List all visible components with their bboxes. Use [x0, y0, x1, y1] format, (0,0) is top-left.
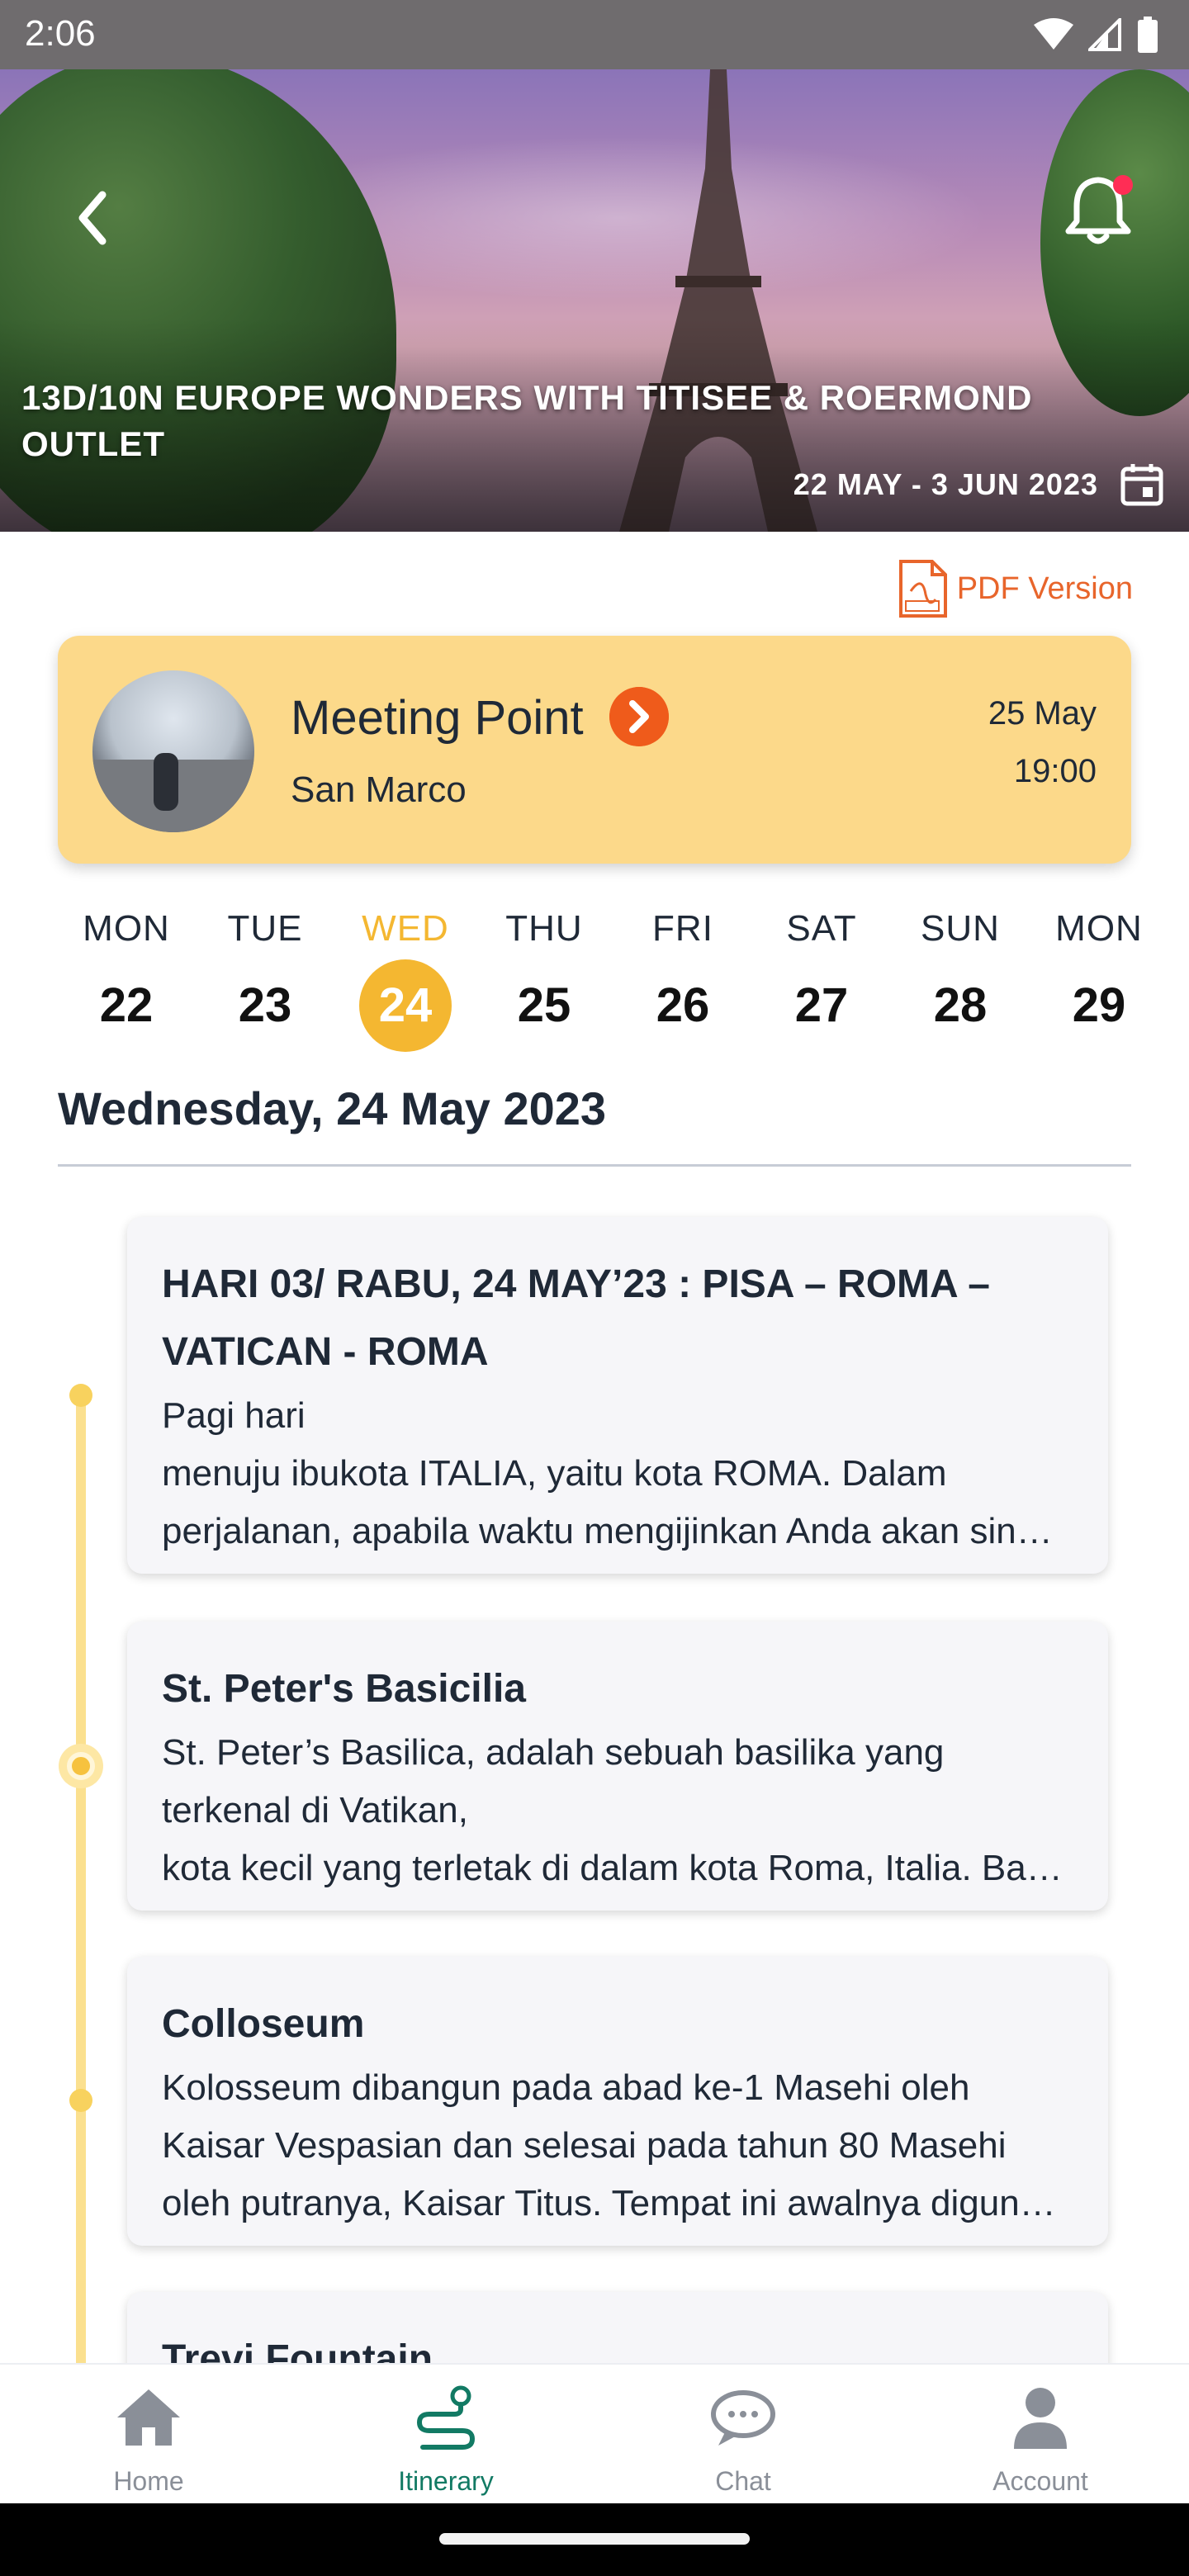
pdf-file-icon	[898, 560, 947, 618]
itinerary-card-text: oleh putranya, Kaisar Titus. Tempat ini …	[162, 2183, 1056, 2223]
meeting-point-location: San Marco	[291, 769, 467, 810]
chevron-right-icon[interactable]	[609, 687, 669, 746]
nav-home[interactable]: Home	[50, 2384, 248, 2497]
status-icons	[1034, 17, 1159, 53]
tour-date-range: 22 MAY - 3 JUN 2023	[793, 467, 1098, 501]
day-item[interactable]: THU 25	[482, 908, 606, 1052]
day-number: 26	[656, 978, 710, 1032]
itinerary-card-text: Kaisar Vespasian dan selesai pada tahun …	[162, 2125, 1007, 2166]
itinerary-card[interactable]: HARI 03/ RABU, 24 MAY’23 : PISA – ROMA –…	[127, 1217, 1108, 1574]
itinerary-card-text: St. Peter’s Basilica, adalah sebuah basi…	[162, 1732, 945, 1773]
battery-icon	[1138, 17, 1158, 53]
itinerary-card-text: Kolosseum dibangun pada abad ke-1 Masehi…	[162, 2067, 970, 2108]
day-number: 29	[1072, 978, 1126, 1032]
day-name: THU	[505, 908, 583, 949]
notification-button[interactable]	[1059, 168, 1138, 248]
itinerary-card-title: Colloseum	[162, 2002, 365, 2046]
nav-home-label: Home	[113, 2466, 184, 2496]
nav-itinerary-label: Itinerary	[398, 2466, 494, 2496]
itinerary-card-title: VATICAN - ROMA	[162, 1330, 489, 1374]
itinerary-card-text: menuju ibukota ITALIA, yaitu kota ROMA. …	[162, 1453, 947, 1494]
itinerary-card[interactable]: St. Peter's Basicilia St. Peter’s Basili…	[127, 1622, 1108, 1911]
timeline-line	[76, 1395, 86, 2370]
day-name: FRI	[652, 908, 713, 949]
wifi-icon	[1034, 18, 1073, 50]
day-name: SAT	[786, 908, 857, 949]
day-selector: MON 22 TUE 23 WED 24 THU 25 FRI 26 SAT 2…	[0, 908, 1189, 1057]
day-item-selected[interactable]: WED 24	[343, 908, 467, 1052]
timeline-current-marker	[59, 1744, 103, 1788]
selected-date-heading: Wednesday, 24 May 2023	[58, 1082, 607, 1134]
status-time: 2:06	[25, 13, 96, 54]
day-number: 25	[517, 978, 571, 1032]
day-number: 27	[794, 978, 849, 1032]
day-name: SUN	[921, 908, 1000, 949]
tour-hero-banner: 13D/10N EUROPE WONDERS WITH TITISEE & RO…	[0, 69, 1189, 532]
day-name: MON	[1055, 908, 1143, 949]
bottom-navigation: Home Itinerary Chat Account	[0, 2363, 1189, 2503]
divider	[58, 1164, 1131, 1167]
day-number: 23	[238, 978, 292, 1032]
meeting-point-card[interactable]: Meeting Point San Marco 25 May 19:00	[58, 636, 1131, 864]
itinerary-icon	[416, 2385, 476, 2450]
nav-account[interactable]: Account	[941, 2384, 1139, 2497]
day-number: 28	[933, 978, 988, 1032]
tour-title: 13D/10N EUROPE WONDERS WITH TITISEE & RO…	[21, 378, 1033, 463]
account-icon	[1014, 2388, 1067, 2449]
meeting-point-title: Meeting Point	[291, 691, 584, 745]
home-icon	[117, 2389, 180, 2446]
day-name: WED	[362, 908, 449, 949]
back-chevron-icon[interactable]	[71, 185, 117, 251]
itinerary-card-title: St. Peter's Basicilia	[162, 1667, 526, 1711]
status-bar: 2:06	[0, 0, 1189, 69]
chat-icon	[711, 2390, 775, 2446]
day-name: TUE	[227, 908, 303, 949]
itinerary-card-title: HARI 03/ RABU, 24 MAY’23 : PISA – ROMA –	[162, 1262, 990, 1306]
day-name: MON	[83, 908, 170, 949]
itinerary-card-text: Pagi hari	[162, 1395, 306, 1436]
system-navigation-bar	[0, 2503, 1189, 2576]
notification-badge	[1113, 175, 1133, 195]
day-item[interactable]: SUN 28	[898, 908, 1022, 1052]
calendar-icon[interactable]	[1120, 462, 1164, 507]
day-number: 22	[99, 978, 154, 1032]
meeting-point-photo	[92, 670, 254, 832]
home-gesture-handle[interactable]	[439, 2533, 750, 2545]
timeline-dot	[69, 1384, 92, 1407]
meeting-point-time: 19:00	[1013, 753, 1097, 789]
nav-account-label: Account	[992, 2466, 1088, 2496]
nav-chat[interactable]: Chat	[644, 2384, 842, 2497]
itinerary-card[interactable]: Colloseum Kolosseum dibangun pada abad k…	[127, 1957, 1108, 2246]
pdf-version-label: PDF Version	[956, 571, 1133, 606]
day-item[interactable]: MON 22	[64, 908, 188, 1052]
timeline-dot	[69, 2089, 92, 2112]
signal-icon	[1088, 18, 1121, 51]
nav-chat-label: Chat	[715, 2466, 771, 2496]
day-item[interactable]: SAT 27	[760, 908, 883, 1052]
day-number: 24	[359, 959, 452, 1052]
pdf-version-link[interactable]: PDF Version	[898, 558, 1133, 619]
nav-itinerary[interactable]: Itinerary	[347, 2384, 545, 2497]
day-item[interactable]: TUE 23	[203, 908, 327, 1052]
day-item[interactable]: MON 29	[1037, 908, 1161, 1052]
meeting-point-date: 25 May	[988, 695, 1097, 732]
day-item[interactable]: FRI 26	[621, 908, 745, 1052]
itinerary-card-text: perjalanan, apabila waktu mengijinkan An…	[162, 1511, 1053, 1551]
itinerary-card-text: terkenal di Vatikan,	[162, 1790, 468, 1830]
itinerary-card-text: kota kecil yang terletak di dalam kota R…	[162, 1848, 1063, 1888]
